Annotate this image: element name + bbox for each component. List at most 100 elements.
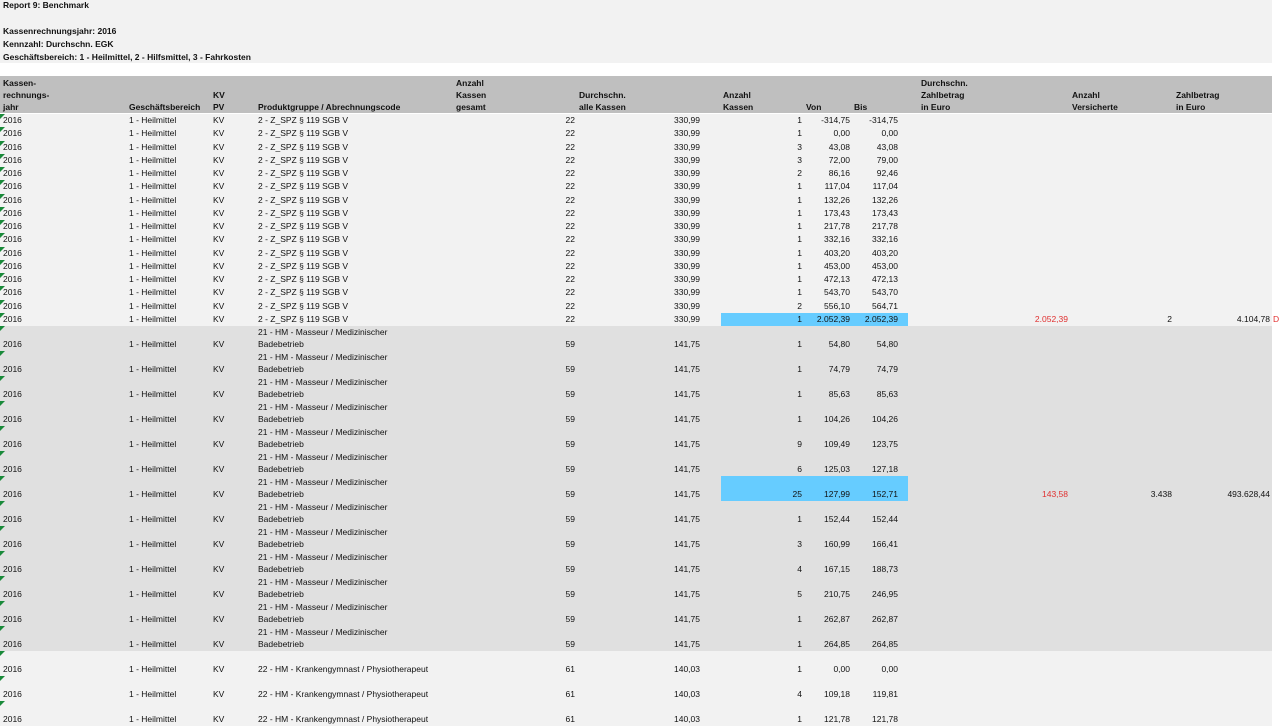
cell-anzahl-kassen: 1: [797, 389, 802, 399]
cell-anzahl-kassen: 1: [797, 128, 802, 139]
cell-bis: 104,26: [872, 414, 898, 424]
cell-durchschn-alle: 330,99: [674, 313, 700, 324]
cell-anzahl-gesamt: 59: [565, 639, 575, 649]
cell-von: 121,78: [824, 714, 850, 724]
table-row: 2016 1 - Heilmittel KV 2 - Z_SPZ § 119 SGB …: [0, 167, 1272, 181]
cell-anzahl-kassen: 6: [797, 464, 802, 474]
cell-produkt: 2 - Z_SPZ § 119 SGB V: [258, 287, 349, 298]
cell-bereich: 1 - Heilmittel: [129, 714, 177, 724]
cell-bis: 403,20: [872, 247, 898, 258]
cell-von: 117,04: [824, 181, 850, 192]
cell-anzahl-gesamt: 22: [565, 115, 575, 125]
cell-von: 0,00: [833, 664, 850, 674]
cell-anzahl-kassen: 5: [797, 589, 802, 599]
cell-bis: 2.052,39: [864, 313, 898, 324]
cell-durchschn-alle: 330,99: [674, 115, 700, 125]
table-row: 2016 1 - Heilmittel KV 2 - Z_SPZ § 119 SGB …: [0, 299, 1272, 313]
cell-produkt: 2 - Z_SPZ § 119 SGB V: [258, 247, 349, 258]
header-anzahl-kassen: Anzahl Kassen: [723, 90, 754, 112]
cell-anzahl-gesamt: 22: [565, 247, 575, 258]
cell-anzahl-kassen: 1: [797, 287, 802, 298]
cell-bis: 472,13: [872, 274, 898, 284]
cell-jahr: 2016: [3, 181, 22, 192]
table-row: 2016 1 - Heilmittel KV 2 - Z_SPZ § 119 SGB …: [0, 140, 1272, 154]
cell-jahr: 2016: [3, 194, 22, 205]
cell-bis: 85,63: [876, 389, 898, 399]
cell-produkt-line2: Badebetrieb: [258, 414, 304, 424]
cell-anzahl-gesamt: 59: [565, 614, 575, 624]
cell-bis: 74,79: [876, 364, 898, 374]
cell-durchschn-alle: 141,75: [674, 464, 700, 474]
cell-jahr: 2016: [3, 714, 22, 724]
cell-von: 453,00: [824, 260, 850, 271]
cell-durchschn-alle: 330,99: [674, 128, 700, 139]
cell-bereich: 1 - Heilmittel: [129, 589, 177, 599]
cell-bis: 453,00: [872, 260, 898, 271]
cell-jahr: 2016: [3, 639, 22, 649]
cell-anzahl-kassen: 1: [797, 339, 802, 349]
cell-bis: 123,75: [872, 439, 898, 449]
header-von: Von: [806, 102, 822, 112]
cell-anzahl-kassen: 1: [797, 207, 802, 218]
cell-bereich: 1 - Heilmittel: [129, 439, 177, 449]
cell-marker-icon: [0, 376, 5, 381]
cell-jahr: 2016: [3, 564, 22, 574]
table-row: 2016 1 - Heilmittel KV 21 - HM - Masseur / …: [0, 326, 1272, 351]
table-row: 2016 1 - Heilmittel KV 21 - HM - Masseur / …: [0, 426, 1272, 451]
cell-kvpv: KV: [213, 414, 225, 424]
cell-jahr: 2016: [3, 689, 22, 699]
table-row: 2016 1 - Heilmittel KV 22 - HM - Krankengym…: [0, 651, 1272, 676]
cell-durchschn-alle: 330,99: [674, 141, 700, 152]
cell-jahr: 2016: [3, 115, 22, 125]
cell-anzahl-kassen: 1: [797, 639, 802, 649]
cell-produkt: 21 - HM - Masseur / Medizinischer: [258, 627, 388, 637]
cell-anzahl-gesamt: 22: [565, 207, 575, 218]
cell-von: 43,08: [828, 141, 850, 152]
table-row: 2016 1 - Heilmittel KV 2 - Z_SPZ § 119 SGB …: [0, 246, 1272, 260]
cell-bereich: 1 - Heilmittel: [129, 300, 177, 311]
cell-bereich: 1 - Heilmittel: [129, 539, 177, 549]
cell-von: 152,44: [824, 514, 850, 524]
cell-marker-icon: [0, 551, 5, 556]
cell-anzahl-gesamt: 59: [565, 589, 575, 599]
cell-durchschn-alle: 330,99: [674, 287, 700, 298]
cell-zahlbetrag: 4.104,78: [1236, 313, 1270, 324]
cell-von: 104,26: [824, 414, 850, 424]
cell-durchschn-alle: 330,99: [674, 154, 700, 165]
cell-kvpv: KV: [213, 564, 225, 574]
cell-anzahl-kassen: 1: [797, 274, 802, 284]
cell-bereich: 1 - Heilmittel: [129, 247, 177, 258]
table-row: 2016 1 - Heilmittel KV 2 - Z_SPZ § 119 SGB …: [0, 312, 1279, 326]
cell-zahlbetrag-avg: 143,58: [1042, 489, 1068, 499]
cell-produkt-line2: Badebetrieb: [258, 489, 304, 499]
cell-jahr: 2016: [3, 589, 22, 599]
cell-bereich: 1 - Heilmittel: [129, 274, 177, 284]
report-metric-line: Kennzahl: Durchschn. EGK: [3, 39, 114, 49]
cell-bis: 92,46: [876, 168, 898, 178]
cell-anzahl-kassen: 1: [797, 614, 802, 624]
cell-bis: 173,43: [872, 207, 898, 218]
cell-bereich: 1 - Heilmittel: [129, 221, 177, 231]
cell-jahr: 2016: [3, 154, 22, 165]
cell-von: 543,70: [824, 287, 850, 298]
report-title: Report 9: Benchmark: [3, 0, 89, 10]
cell-von: 0,00: [833, 128, 850, 139]
cell-jahr: 2016: [3, 614, 22, 624]
cell-anzahl-kassen: 1: [797, 221, 802, 231]
cell-produkt: 21 - HM - Masseur / Medizinischer: [258, 552, 388, 562]
cell-marker-icon: [0, 701, 5, 706]
cell-anzahl-kassen: 2: [797, 300, 802, 311]
cell-anzahl-gesamt: 59: [565, 389, 575, 399]
cell-overflow-indicator: D: [1273, 313, 1280, 324]
cell-durchschn-alle: 141,75: [674, 389, 700, 399]
cell-jahr: 2016: [3, 514, 22, 524]
cell-produkt: 21 - HM - Masseur / Medizinischer: [258, 577, 388, 587]
header-jahr: Kassen- rechnungs- jahr: [3, 78, 50, 112]
header-zahlbetrag: Zahlbetrag in Euro: [1176, 90, 1220, 112]
cell-anzahl-gesamt: 59: [565, 489, 575, 499]
cell-zahlbetrag-avg: 2.052,39: [1034, 313, 1068, 324]
cell-bis: 188,73: [872, 564, 898, 574]
table-row: 2016 1 - Heilmittel KV 21 - HM - Masseur / …: [0, 401, 1272, 426]
cell-jahr: 2016: [3, 247, 22, 258]
cell-bereich: 1 - Heilmittel: [129, 141, 177, 152]
